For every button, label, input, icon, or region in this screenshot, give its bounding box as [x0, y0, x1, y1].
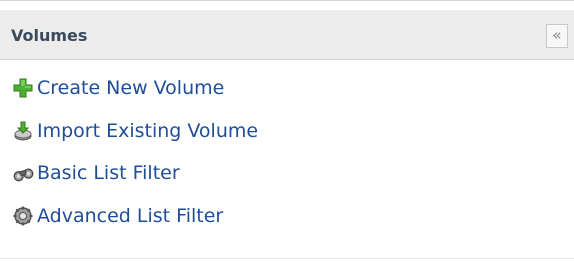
- create-new-volume-label: Create New Volume: [37, 77, 225, 99]
- collapse-panel-button[interactable]: «: [546, 24, 568, 48]
- panel-title: Volumes: [11, 26, 88, 45]
- panel-bottom-divider: [0, 258, 574, 259]
- basic-list-filter-label: Basic List Filter: [37, 162, 180, 184]
- create-new-volume-link[interactable]: Create New Volume: [12, 72, 224, 104]
- add-plus-icon: [12, 77, 34, 99]
- advanced-list-filter-link[interactable]: Advanced List Filter: [12, 200, 223, 232]
- volumes-panel: Volumes « Create New Volume Import Exist…: [0, 0, 574, 261]
- advanced-list-filter-label: Advanced List Filter: [37, 205, 224, 227]
- import-existing-volume-label: Import Existing Volume: [37, 120, 259, 142]
- basic-list-filter-link[interactable]: Basic List Filter: [12, 157, 180, 189]
- import-existing-volume-link[interactable]: Import Existing Volume: [12, 115, 258, 147]
- advanced-filter-gear-icon: [12, 205, 34, 227]
- double-chevron-left-icon: «: [552, 26, 562, 44]
- import-icon: [12, 120, 34, 142]
- binoculars-icon: [12, 162, 34, 184]
- panel-top-border: [0, 0, 574, 1]
- panel-header: Volumes «: [0, 10, 574, 60]
